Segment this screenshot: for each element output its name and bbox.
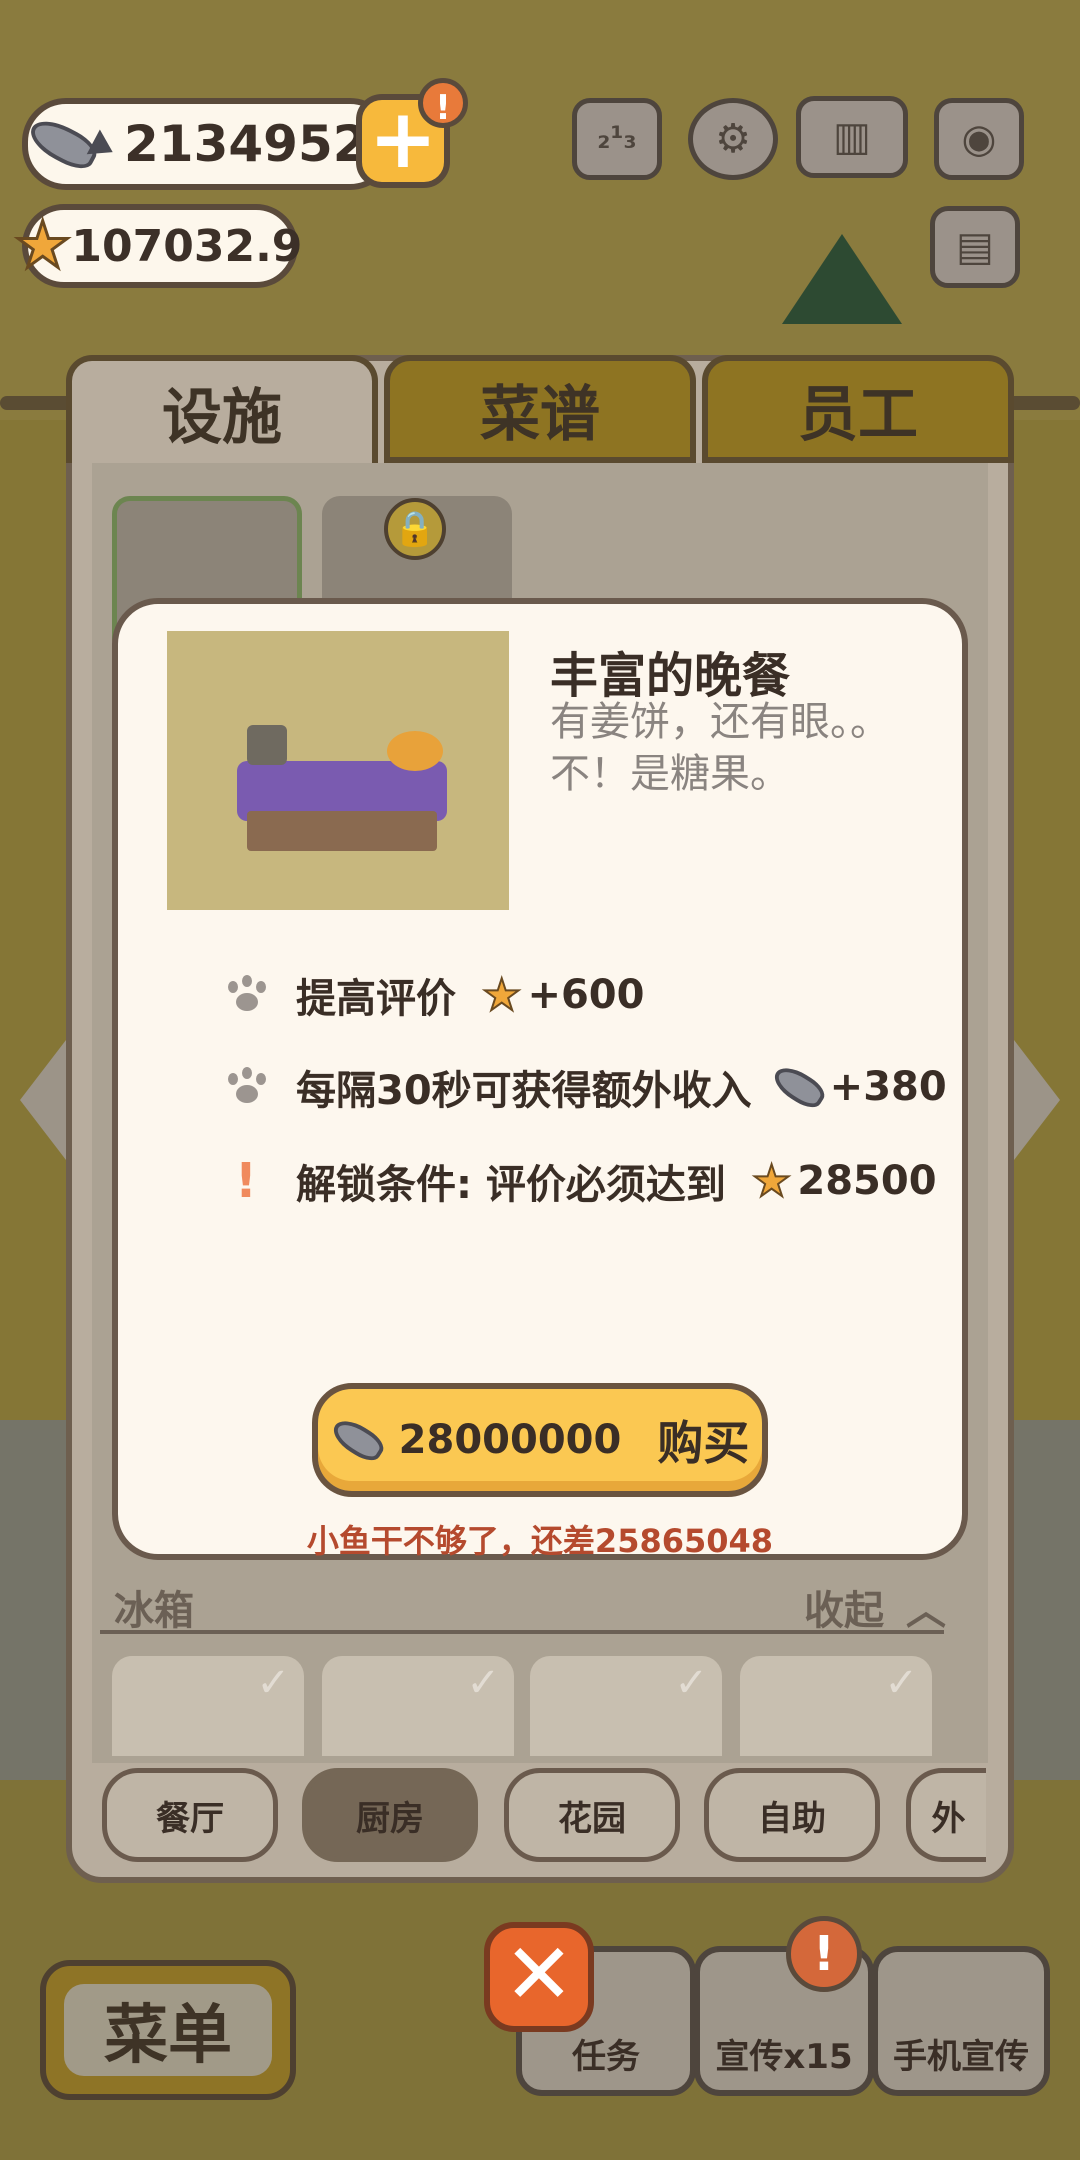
tree-decoration <box>782 234 902 324</box>
promote-label: 宣传x15 <box>715 2037 853 2077</box>
menu-label: 菜单 <box>64 1984 272 2076</box>
promote-alert-badge: ! <box>786 1916 862 1992</box>
fish-icon <box>327 1413 388 1467</box>
buy-label: 购买 <box>657 1416 750 1470</box>
fish-icon <box>768 1060 829 1114</box>
stat-unlock-condition: ! 解锁条件: 评价必须达到 ★ 28500 <box>222 1152 937 1210</box>
fridge-item-card[interactable]: ✓ <box>112 1656 304 1756</box>
category-kitchen[interactable]: 厨房 <box>302 1768 478 1862</box>
fridge-item-card[interactable]: ✓ <box>322 1656 514 1756</box>
food-item <box>387 731 443 771</box>
category-dining[interactable]: 餐厅 <box>102 1768 278 1862</box>
fridge-item-card[interactable]: ✓ <box>530 1656 722 1756</box>
star-icon: ★ <box>481 969 522 1022</box>
paw-icon <box>222 975 270 1015</box>
rating-label: 提高评价 <box>296 976 456 1022</box>
fish-icon <box>24 112 120 176</box>
check-icon: ✓ <box>256 1660 290 1706</box>
section-divider <box>100 1630 944 1634</box>
category-garden[interactable]: 花园 <box>504 1768 680 1862</box>
star-count: 107032.9 <box>71 220 303 272</box>
prev-arrow-icon[interactable] <box>20 1040 66 1160</box>
paw-icon <box>222 1067 270 1107</box>
phone-promote-label: 手机宣传 <box>893 2037 1029 2077</box>
buy-button[interactable]: 28000000 购买 <box>312 1383 768 1497</box>
chevron-up-icon: ︿ <box>905 1588 946 1634</box>
star-rating-display: ★ 107032.9 <box>12 204 302 288</box>
lock-icon: 🔒 <box>384 498 446 560</box>
tab-staff[interactable]: 员工 <box>702 355 1014 463</box>
phone-promote-button[interactable]: 手机宣传 <box>872 1946 1050 2096</box>
income-value: +380 <box>829 1064 947 1110</box>
category-self-service[interactable]: 自助 <box>704 1768 880 1862</box>
tab-recipes[interactable]: 菜谱 <box>384 355 696 463</box>
insufficient-funds-warning: 小鱼干不够了，还差25865048 <box>306 1522 774 1560</box>
collapse-button[interactable]: 收起 ︿ <box>804 1578 946 1636</box>
table-drawers <box>247 811 437 851</box>
fish-currency-display: 2134952 <box>22 98 394 190</box>
next-arrow-icon[interactable] <box>1014 1040 1060 1160</box>
star-icon: ★ <box>751 1155 792 1208</box>
fish-count: 2134952 <box>124 115 368 173</box>
tasks-label: 任务 <box>572 2037 640 2077</box>
close-icon[interactable]: ✕ <box>484 1922 594 2032</box>
rating-value: +600 <box>527 972 645 1018</box>
category-more[interactable]: 外 <box>906 1768 986 1862</box>
camera-icon[interactable]: ◉ <box>934 98 1024 180</box>
buy-price: 28000000 <box>398 1417 622 1463</box>
tab-facilities[interactable]: 设施 <box>66 355 378 463</box>
settings-gear-icon[interactable]: ⚙ <box>688 98 778 180</box>
star-icon: ★ <box>12 209 72 283</box>
stat-income: 每隔30秒可获得额外收入 +380 <box>222 1058 947 1116</box>
collapse-label: 收起 <box>804 1588 884 1634</box>
alert-badge: ! <box>418 78 468 128</box>
check-icon: ✓ <box>884 1660 918 1706</box>
item-preview-image <box>167 631 509 910</box>
newspaper-icon[interactable]: ▤ <box>930 206 1020 288</box>
unlock-value: 28500 <box>797 1158 937 1204</box>
item-description: 有姜饼，还有眼。。不！是糖果。 <box>550 699 890 797</box>
menu-button[interactable]: 菜单 <box>40 1960 296 2100</box>
ranking-icon[interactable]: ₂¹₃ <box>572 98 662 180</box>
check-icon: ✓ <box>466 1660 500 1706</box>
fridge-item-card[interactable]: ✓ <box>740 1656 932 1756</box>
exclamation-icon: ! <box>235 1153 257 1209</box>
unlock-label: 解锁条件: 评价必须达到 <box>296 1162 726 1208</box>
book-icon[interactable]: ▥ <box>796 96 908 178</box>
stat-rating: 提高评价 ★ +600 <box>222 966 644 1024</box>
income-label: 每隔30秒可获得额外收入 <box>296 1068 752 1114</box>
cake-stand <box>247 725 287 765</box>
check-icon: ✓ <box>674 1660 708 1706</box>
section-title: 冰箱 <box>114 1588 194 1634</box>
